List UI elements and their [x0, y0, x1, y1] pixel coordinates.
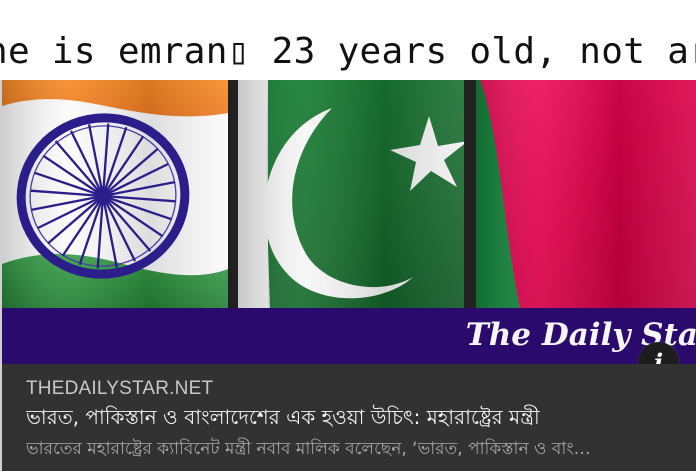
link-metadata: THEDAILYSTAR.NET ভারত, পাকিস্তান ও বাংলা… — [2, 364, 696, 471]
link-preview-card[interactable]: The Daily Star i THEDAILYSTAR.NET ভারত, … — [0, 80, 696, 471]
article-description: ভারতের মহারাষ্ট্রের ক্যাবিনেট মন্ত্রী নব… — [26, 439, 591, 459]
source-domain: THEDAILYSTAR.NET — [26, 378, 214, 399]
bangladesh-flag — [476, 80, 696, 308]
truncated-caption-text: ne is emran▯ 23 years old, not ar — [0, 31, 696, 72]
page-canvas: ne is emran▯ 23 years old, not ar The Da… — [0, 0, 696, 471]
article-headline[interactable]: ভারত, পাকিস্তান ও বাংলাদেশের এক হওয়া উচ… — [26, 403, 676, 431]
pakistan-flag — [238, 80, 468, 308]
article-preview-image[interactable]: The Daily Star — [2, 80, 696, 364]
india-flag — [2, 80, 228, 308]
flags-preview-illustration: The Daily Star — [2, 80, 696, 364]
